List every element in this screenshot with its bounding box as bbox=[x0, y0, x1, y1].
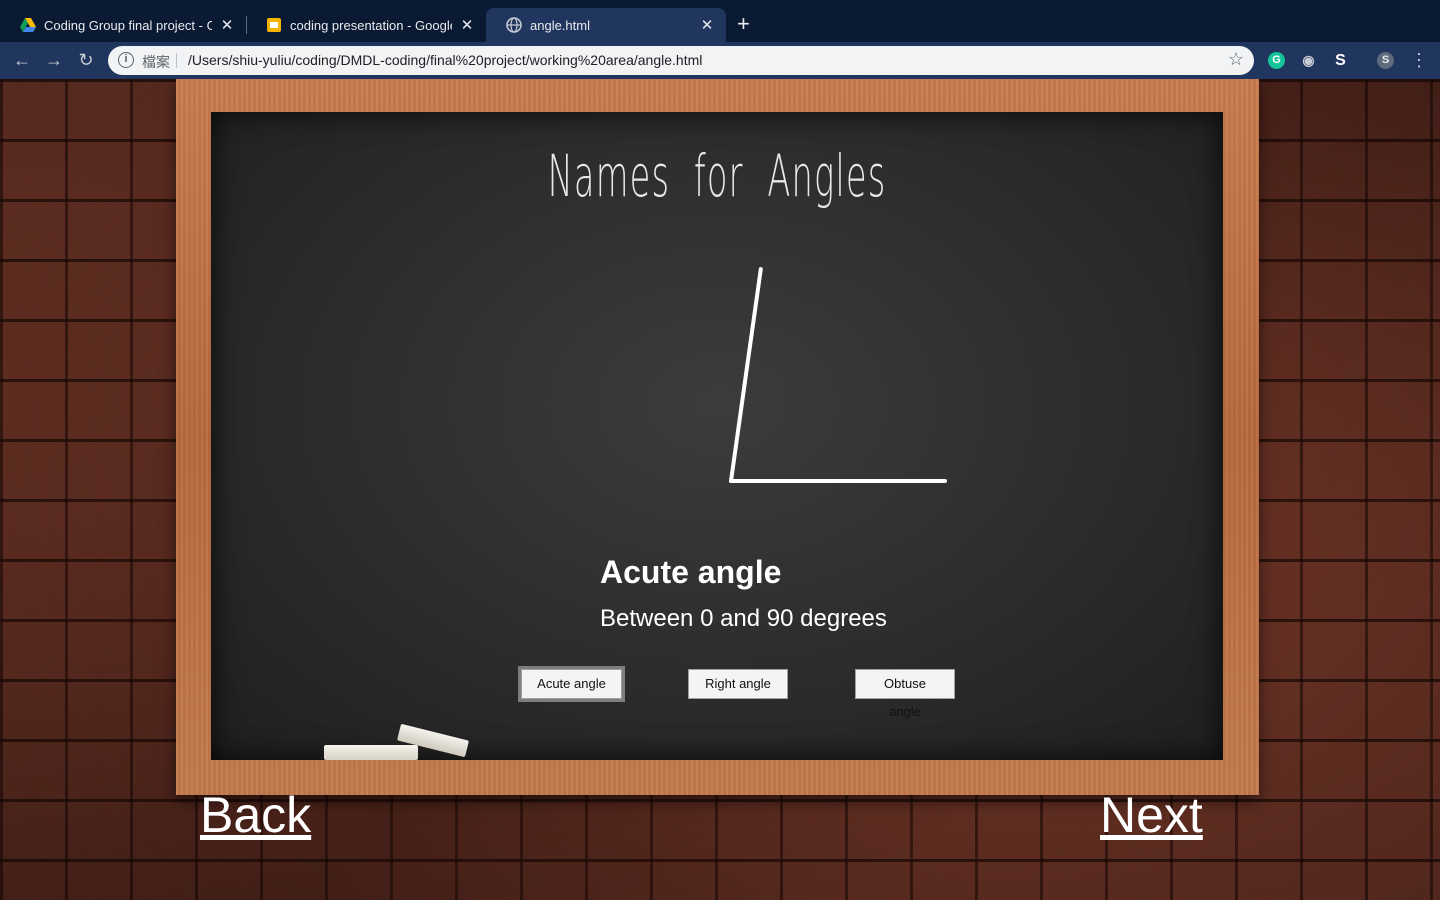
angle-diagram bbox=[729, 267, 947, 483]
angle-name: Acute angle bbox=[600, 554, 782, 590]
back-arrow-icon[interactable]: ← bbox=[10, 48, 34, 72]
browser-toolbar: ← → ↻ i 檔案 /Users/shiu-yuliu/coding/DMDL… bbox=[0, 42, 1440, 79]
tab-title: angle.html bbox=[530, 17, 590, 33]
google-slides-icon bbox=[267, 18, 281, 32]
reload-icon[interactable]: ↻ bbox=[74, 48, 98, 72]
close-tab-icon[interactable]: ✕ bbox=[700, 16, 714, 34]
tab-title: coding presentation - Google Slides bbox=[290, 17, 452, 33]
address-bar[interactable]: i 檔案 /Users/shiu-yuliu/coding/DMDL-codin… bbox=[108, 46, 1254, 75]
google-drive-icon bbox=[20, 18, 36, 32]
browser-menu-icon[interactable]: ⋮ bbox=[1410, 50, 1428, 70]
new-tab-plus-icon[interactable]: + bbox=[737, 12, 750, 36]
info-icon[interactable]: i bbox=[118, 52, 134, 68]
page-background-bricks: Names for Angles Acute angle Between 0 a… bbox=[0, 79, 1440, 900]
tab-coding-presentation[interactable]: coding presentation - Google Slides ✕ bbox=[246, 8, 486, 42]
obtuse-angle-button[interactable]: Obtuse angle bbox=[855, 669, 955, 719]
camera-extension-icon[interactable]: ◉ bbox=[1300, 52, 1317, 69]
angle-arm-ray bbox=[729, 267, 763, 483]
close-tab-icon[interactable]: ✕ bbox=[460, 16, 474, 34]
chalk-piece bbox=[324, 745, 418, 760]
omnibox-divider bbox=[176, 53, 177, 68]
globe-icon bbox=[506, 17, 522, 33]
next-link[interactable]: Next bbox=[1100, 786, 1203, 844]
grammarly-extension-icon[interactable]: G bbox=[1268, 52, 1285, 69]
forward-arrow-icon[interactable]: → bbox=[42, 48, 66, 72]
browser-tab-strip: Coding Group final project - Go ✕ coding… bbox=[0, 0, 1440, 42]
acute-angle-button[interactable]: Acute angle bbox=[521, 669, 622, 699]
s-extension-icon[interactable]: S bbox=[1332, 52, 1349, 69]
chalkboard: Names for Angles Acute angle Between 0 a… bbox=[211, 112, 1223, 760]
tab-title: Coding Group final project - Go bbox=[44, 17, 212, 33]
scheme-label: 檔案 bbox=[142, 54, 170, 70]
right-angle-button[interactable]: Right angle bbox=[688, 669, 788, 699]
tab-angle-html[interactable]: angle.html ✕ bbox=[486, 8, 726, 42]
back-link[interactable]: Back bbox=[200, 786, 311, 844]
url-text[interactable]: /Users/shiu-yuliu/coding/DMDL-coding/fin… bbox=[188, 52, 702, 68]
page-title: Names for Angles bbox=[547, 142, 887, 210]
bookmark-star-icon[interactable]: ☆ bbox=[1228, 49, 1244, 70]
tab-coding-group-project[interactable]: Coding Group final project - Go ✕ bbox=[0, 8, 246, 42]
close-tab-icon[interactable]: ✕ bbox=[220, 16, 234, 34]
chalkboard-frame: Names for Angles Acute angle Between 0 a… bbox=[176, 79, 1259, 795]
profile-avatar[interactable]: S bbox=[1377, 52, 1394, 69]
angle-description: Between 0 and 90 degrees bbox=[600, 605, 887, 632]
